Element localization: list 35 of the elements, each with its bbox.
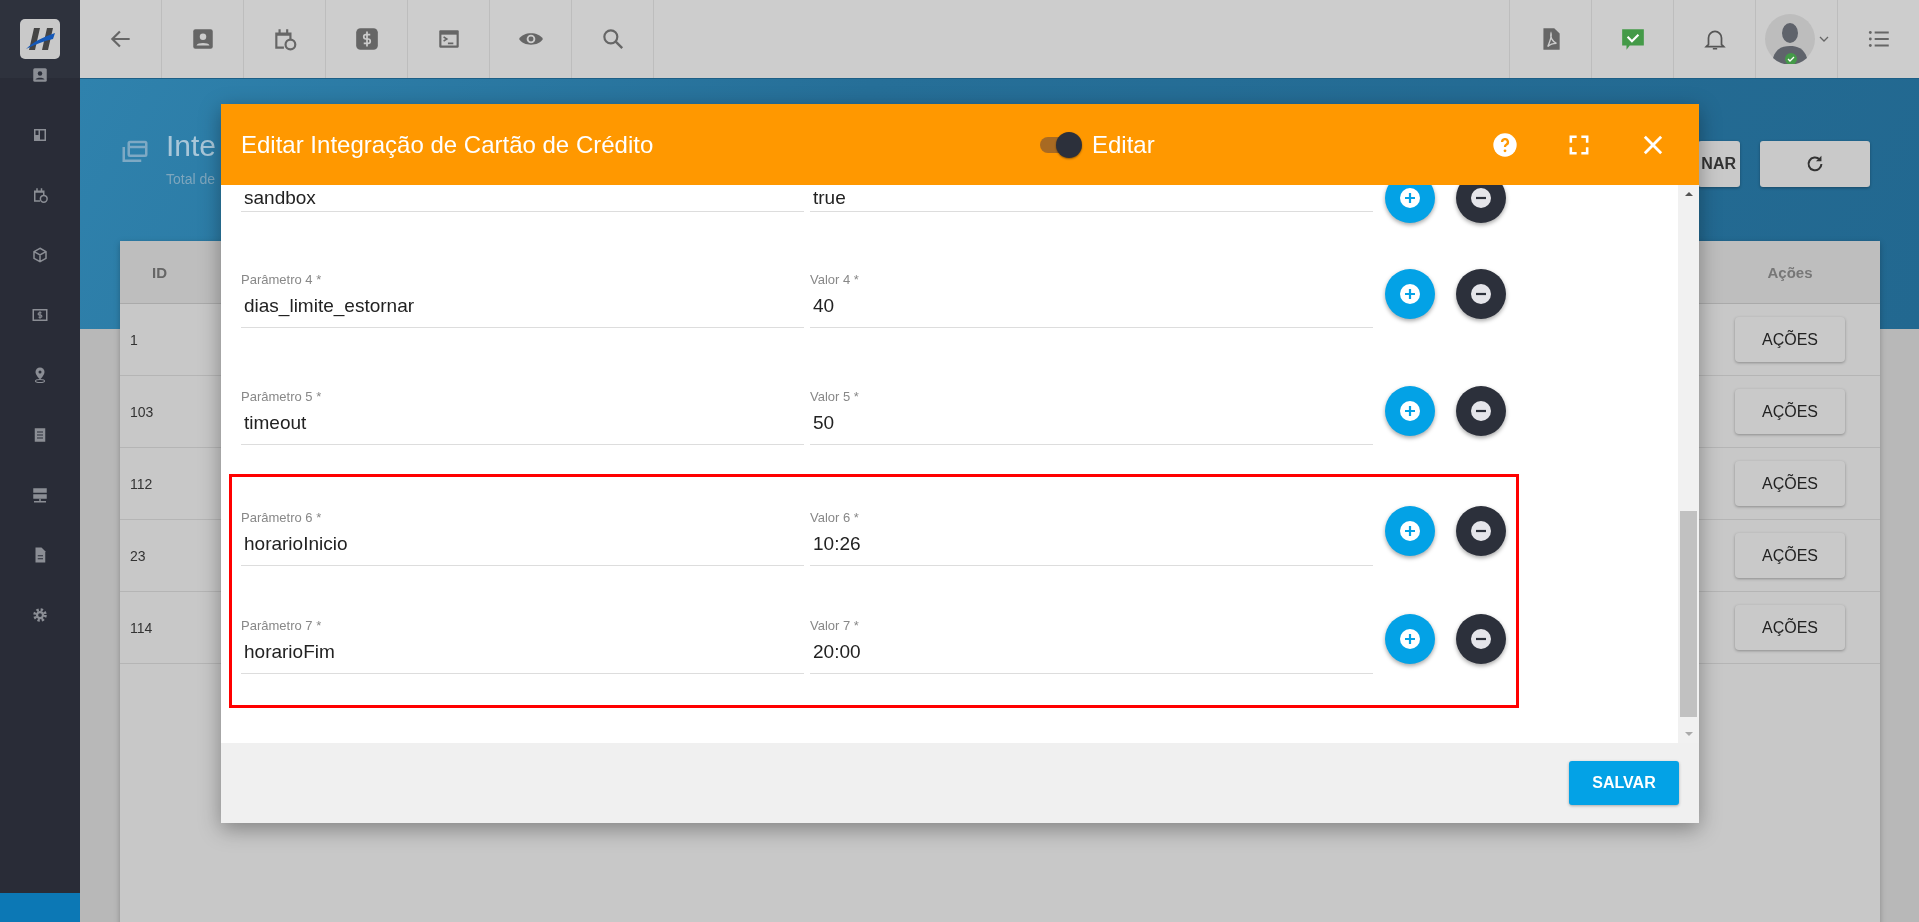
add-button[interactable]: NAR — [1698, 141, 1740, 187]
value-field[interactable]: Valor 6 * 10:26 — [810, 496, 1373, 566]
actions-button[interactable]: AÇÕES — [1735, 533, 1845, 578]
value-field[interactable]: Valor 7 * 20:00 — [810, 604, 1373, 674]
table-cell-text: 23 — [129, 547, 147, 564]
value-field[interactable]: Valor 5 * 50 — [810, 376, 1373, 445]
column-header: Ações — [1766, 263, 1814, 281]
parameter-field[interactable]: Parâmetro 5 * timeout — [241, 376, 804, 445]
field-label: Valor 5 * — [810, 389, 860, 404]
table-cell-text: 103 — [129, 403, 155, 420]
table-cell-text: 1 — [129, 331, 139, 348]
value-field[interactable]: true — [810, 185, 1373, 212]
field-label: Parâmetro 7 * — [241, 617, 323, 633]
field-label: Valor 7 * — [810, 617, 860, 633]
field-label: Valor 4 * — [810, 272, 860, 287]
actions-button[interactable]: AÇÕES — [1735, 389, 1845, 434]
actions-button[interactable]: AÇÕES — [1735, 461, 1845, 506]
field-label: Parâmetro 4 * — [241, 272, 323, 287]
table-cell-text: 114 — [129, 619, 154, 636]
actions-button[interactable]: AÇÕES — [1735, 317, 1845, 362]
value-field[interactable]: Valor 4 * 40 — [810, 259, 1373, 328]
parameter-field[interactable]: Parâmetro 4 * dias_limite_estornar — [241, 259, 804, 328]
parameter-field[interactable]: Parâmetro 6 * horarioInicio — [241, 496, 804, 566]
field-label: Parâmetro 6 * — [241, 509, 323, 525]
page-title: Inte — [166, 129, 217, 163]
dialog-title: Editar Integração de Cartão de Crédito — [241, 130, 655, 159]
table-cell-text: 112 — [129, 475, 154, 492]
column-header: ID — [151, 263, 168, 281]
edit-label: Editar — [1092, 130, 1155, 159]
parameter-field[interactable]: sandbox — [241, 185, 804, 212]
parameter-field[interactable]: Parâmetro 7 * horarioFim — [241, 604, 804, 674]
page-subtitle: Total de — [166, 171, 217, 187]
actions-button[interactable]: AÇÕES — [1735, 605, 1845, 650]
field-label: Parâmetro 5 * — [241, 389, 323, 404]
field-label: Valor 6 * — [810, 509, 860, 525]
